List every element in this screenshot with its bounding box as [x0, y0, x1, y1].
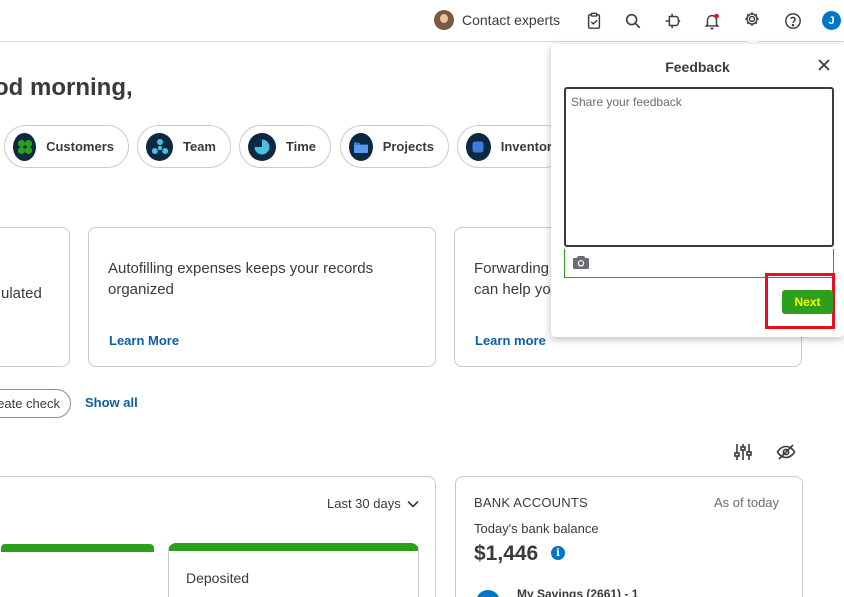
bank-balance-amount: $1,446 [474, 542, 539, 565]
insight-card: ulated [0, 227, 70, 367]
help-icon[interactable] [783, 11, 803, 31]
greeting-heading: od morning, [0, 74, 133, 101]
team-icon [146, 132, 173, 161]
bell-icon[interactable] [702, 11, 722, 31]
learn-more-link[interactable]: Learn More [109, 333, 179, 348]
create-check-button[interactable]: eate check [0, 389, 71, 418]
learn-more-link[interactable]: Learn more [475, 333, 546, 348]
feedback-title: Feedback [665, 59, 730, 75]
shortcut-label: Time [285, 139, 316, 154]
card-text: Autofilling expenses keeps your records … [108, 260, 374, 298]
contact-experts-button[interactable]: Contact experts [434, 10, 560, 30]
clock-icon [248, 132, 276, 161]
deposit-bar [1, 544, 154, 552]
shortcut-customers[interactable]: Customers [4, 125, 129, 168]
period-dropdown[interactable]: Last 30 days [327, 496, 419, 511]
shortcut-label: Inventor [500, 139, 552, 154]
close-icon[interactable] [816, 57, 832, 73]
shortcut-label: Team [183, 139, 216, 154]
search-icon[interactable] [623, 11, 643, 31]
plug-icon[interactable] [663, 11, 683, 31]
show-all-link[interactable]: Show all [85, 395, 138, 410]
user-avatar[interactable]: J [822, 11, 841, 30]
shortcut-team[interactable]: Team [137, 125, 231, 168]
shortcut-projects[interactable]: Projects [340, 125, 449, 168]
shortcut-label: Customers [46, 139, 114, 154]
contact-experts-label: Contact experts [462, 12, 561, 28]
next-button[interactable]: Next [782, 290, 833, 314]
clipboard-check-icon[interactable] [584, 11, 604, 31]
expert-avatar [434, 10, 454, 30]
insight-card: Autofilling expenses keeps your records … [88, 227, 436, 367]
folder-icon [349, 132, 373, 161]
shortcut-label: Projects [382, 139, 434, 154]
period-label: Last 30 days [327, 496, 401, 511]
bank-accounts-title: BANK ACCOUNTS [474, 495, 588, 510]
feedback-input[interactable] [564, 87, 834, 247]
deposited-label: Deposited [186, 570, 250, 586]
chevron-down-icon [407, 500, 419, 508]
account-name[interactable]: My Savings (2661) - 1 [517, 587, 638, 597]
feedback-panel: Feedback Next [551, 44, 844, 337]
card-text: ulated [1, 285, 42, 302]
bank-balance-label: Today's bank balance [474, 521, 599, 536]
customers-icon [13, 132, 37, 161]
eye-hide-icon[interactable] [776, 442, 796, 462]
as-of-label: As of today [714, 495, 780, 510]
info-icon[interactable]: i [551, 546, 565, 560]
top-bar: Contact experts J [0, 0, 844, 42]
camera-icon[interactable] [572, 254, 590, 270]
card-text: Forwarding can help yo [474, 260, 551, 298]
shortcut-time[interactable]: Time [239, 125, 331, 168]
gear-icon[interactable] [741, 8, 763, 30]
sliders-icon[interactable] [733, 442, 753, 462]
inventory-icon [466, 132, 491, 161]
